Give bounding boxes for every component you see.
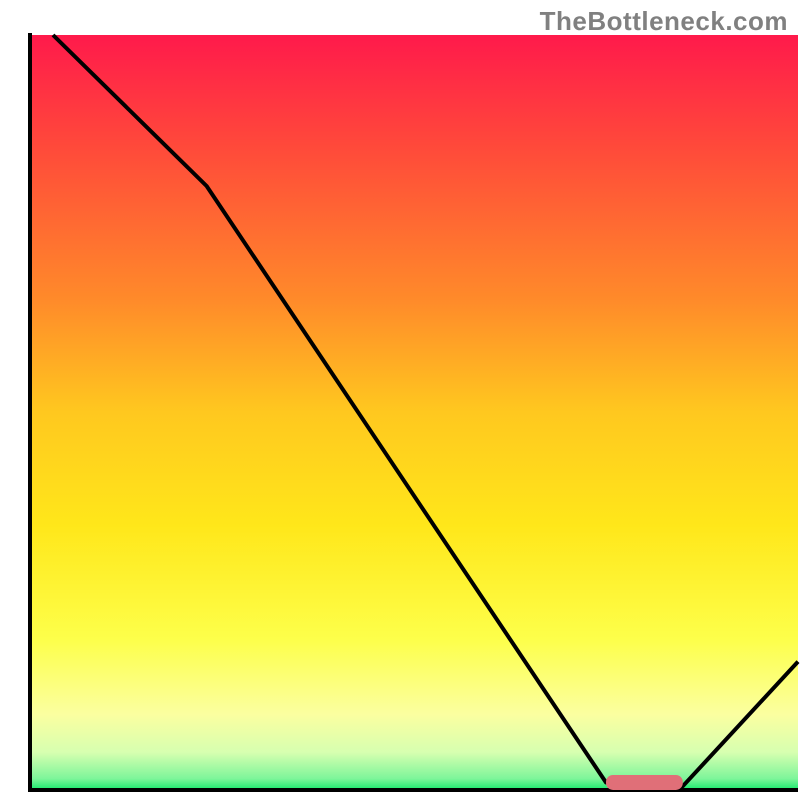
bottleneck-chart (0, 0, 800, 800)
watermark-text: TheBottleneck.com (540, 6, 788, 37)
chart-container: TheBottleneck.com (0, 0, 800, 800)
plot-area-background (30, 35, 798, 790)
optimal-range-marker (606, 775, 683, 790)
